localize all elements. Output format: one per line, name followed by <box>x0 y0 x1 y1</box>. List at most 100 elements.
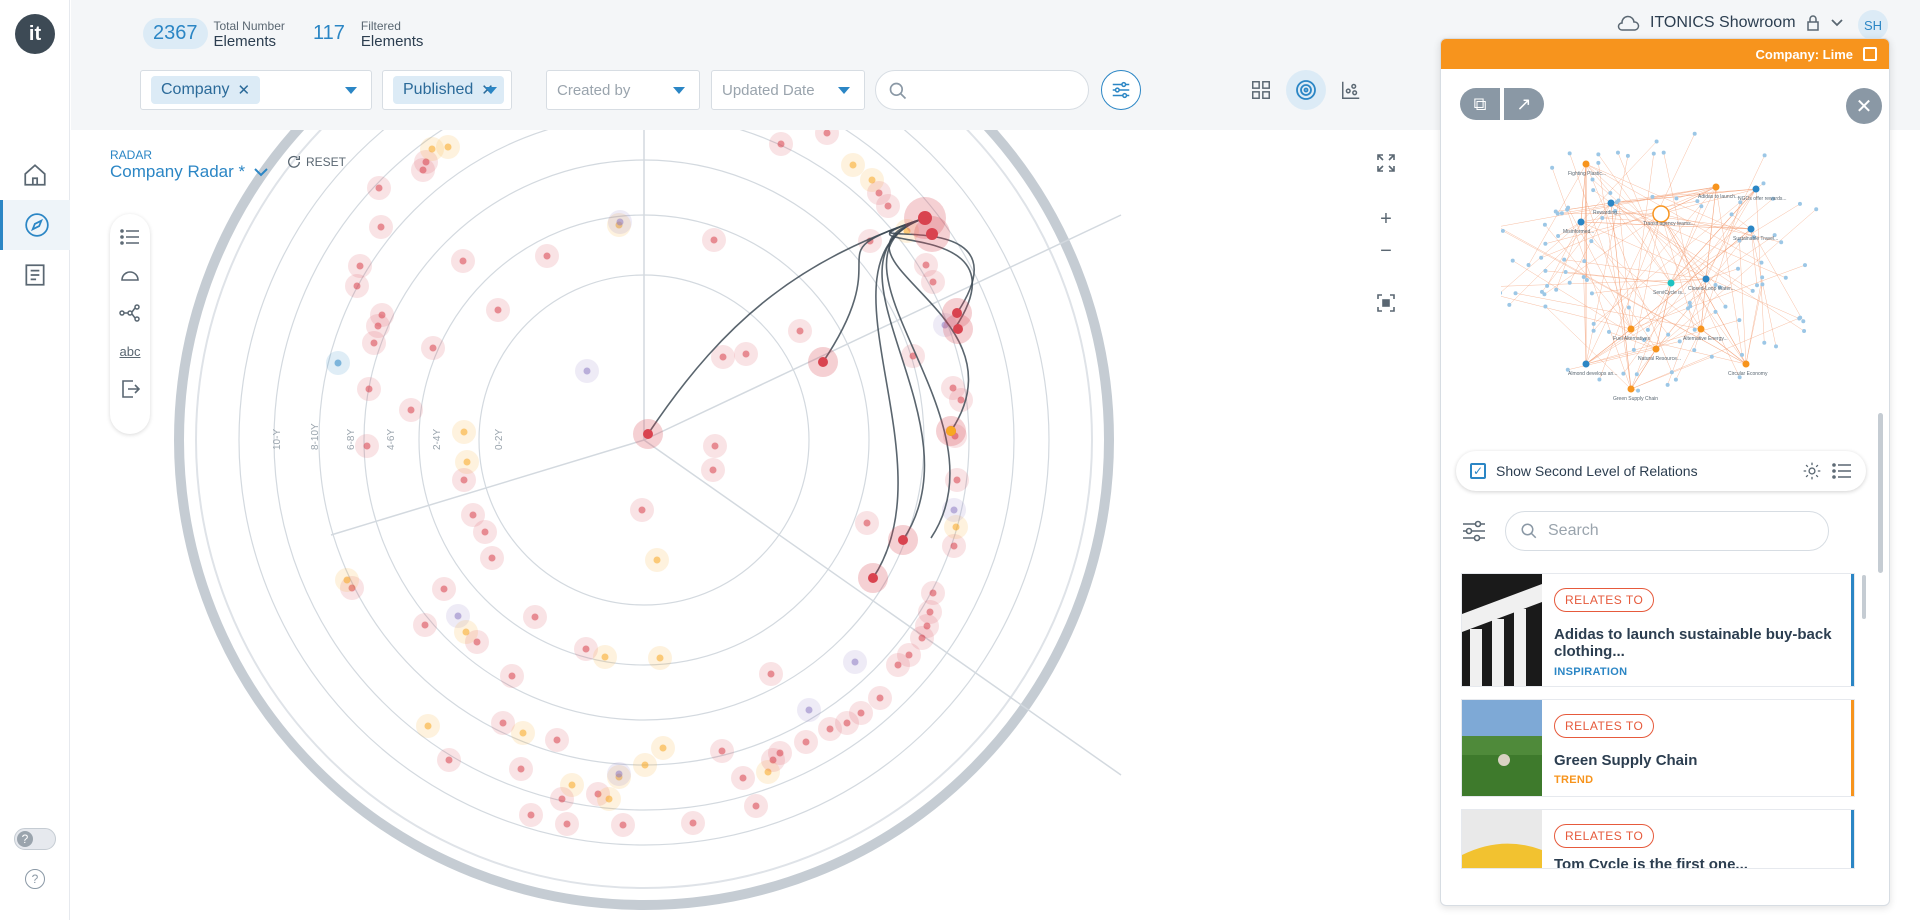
radar-element-dot[interactable] <box>568 781 576 789</box>
list-scrollbar[interactable] <box>1862 575 1866 619</box>
user-avatar[interactable]: SH <box>1858 10 1888 40</box>
second-level-checkbox[interactable]: ✓ <box>1470 463 1486 479</box>
radar-element-dot[interactable] <box>356 262 364 270</box>
chevron-down-icon[interactable] <box>345 87 357 94</box>
radar-element-dot[interactable] <box>638 506 646 514</box>
radar-element-dot[interactable] <box>563 820 571 828</box>
nav-radar[interactable] <box>0 200 70 250</box>
relations-tool[interactable] <box>118 302 142 324</box>
radar-view-button[interactable] <box>1286 70 1326 110</box>
radar-element-dot[interactable] <box>527 811 535 819</box>
radar-element-dot[interactable] <box>953 476 961 484</box>
help-toggle[interactable]: ? <box>14 828 56 850</box>
grid-view-button[interactable] <box>1241 70 1281 110</box>
radar-element-dot[interactable] <box>802 738 810 746</box>
radar-element-dot[interactable] <box>374 322 382 330</box>
radar-element-dot[interactable] <box>407 406 415 414</box>
radar-element-dot[interactable] <box>805 706 813 714</box>
help-icon[interactable]: ? <box>25 869 45 889</box>
minimize-icon[interactable] <box>1863 47 1877 61</box>
filter-status[interactable]: Published ✕ <box>382 70 512 110</box>
radar-element-dot[interactable] <box>843 719 851 727</box>
radar-element-dot[interactable] <box>421 621 429 629</box>
zoom-in-button[interactable]: + <box>1373 206 1399 232</box>
highlight-dot[interactable] <box>926 228 938 240</box>
list-icon[interactable] <box>1832 462 1852 480</box>
radar-element-dot[interactable] <box>905 651 913 659</box>
chevron-down-icon[interactable] <box>673 87 685 94</box>
radar-element-dot[interactable] <box>950 542 958 550</box>
radar-element-dot[interactable] <box>863 519 871 527</box>
radar-element-dot[interactable] <box>469 511 477 519</box>
radar-element-dot[interactable] <box>950 506 958 514</box>
radar-canvas[interactable]: 10-Y 8-10Y 6-8Y 4-6Y 2-4Y 0-2Y RADAR Company … <box>71 130 1440 920</box>
highlight-dot[interactable] <box>868 573 878 583</box>
radar-element-dot[interactable] <box>428 145 436 153</box>
radar-element-dot[interactable] <box>752 802 760 810</box>
radar-element-dot[interactable] <box>929 589 937 597</box>
filter-updated-date[interactable]: Updated Date <box>711 70 865 110</box>
radar-element-dot[interactable] <box>929 278 937 286</box>
radar-element-dot[interactable] <box>875 189 883 197</box>
radar-element-dot[interactable] <box>481 528 489 536</box>
radar-element-dot[interactable] <box>857 709 865 717</box>
radar-element-dot[interactable] <box>876 694 884 702</box>
radar-element-dot[interactable] <box>488 554 496 562</box>
radar-element-dot[interactable] <box>656 654 664 662</box>
sliders-icon[interactable] <box>1461 519 1487 543</box>
radar-element-dot[interactable] <box>583 367 591 375</box>
radar-element-dot[interactable] <box>334 359 342 367</box>
radar-element-dot[interactable] <box>508 672 516 680</box>
radar-element-dot[interactable] <box>370 339 378 347</box>
radar-element-dot[interactable] <box>719 353 727 361</box>
radar-element-dot[interactable] <box>377 223 385 231</box>
panel-search-input[interactable]: Search <box>1505 511 1829 551</box>
gear-icon[interactable] <box>1802 461 1822 481</box>
radar-element-dot[interactable] <box>767 670 775 678</box>
export-tool[interactable] <box>118 378 142 400</box>
radar-element-dot[interactable] <box>616 218 624 226</box>
list-item[interactable]: RELATES TO Tom Cycle is the first one... <box>1461 809 1855 869</box>
radar-element-dot[interactable] <box>419 166 427 174</box>
fullscreen-button[interactable] <box>1373 150 1399 176</box>
radar-element-dot[interactable] <box>659 744 667 752</box>
radar-element-dot[interactable] <box>444 143 452 151</box>
radar-element-dot[interactable] <box>653 556 661 564</box>
radar-element-dot[interactable] <box>619 821 627 829</box>
radar-element-dot[interactable] <box>689 819 697 827</box>
nav-documents[interactable] <box>0 250 70 300</box>
collapse-button[interactable]: ⧉ <box>1460 88 1500 120</box>
radar-element-dot[interactable] <box>926 608 934 616</box>
workspace-switcher[interactable]: ITONICS Showroom <box>1616 14 1844 32</box>
highlight-dot[interactable] <box>643 429 653 439</box>
list-item[interactable]: RELATES TO Green Supply Chain TREND <box>1461 699 1855 797</box>
filter-type[interactable]: Company ✕ <box>140 70 372 110</box>
radar-element-dot[interactable] <box>826 725 834 733</box>
radar-element-dot[interactable] <box>519 729 527 737</box>
search-input[interactable] <box>875 70 1089 110</box>
radar-element-dot[interactable] <box>363 442 371 450</box>
radar-element-dot[interactable] <box>375 184 383 192</box>
radar-element-dot[interactable] <box>601 653 609 661</box>
highlight-dot-orange[interactable] <box>946 426 956 436</box>
radar-element-dot[interactable] <box>605 795 613 803</box>
highlight-dot[interactable] <box>898 535 908 545</box>
radar-element-dot[interactable] <box>459 257 467 265</box>
radar-element-dot[interactable] <box>473 638 481 646</box>
radar-chart[interactable]: 10-Y 8-10Y 6-8Y 4-6Y 2-4Y 0-2Y <box>71 130 1440 920</box>
radar-element-dot[interactable] <box>796 327 804 335</box>
radar-element-dot[interactable] <box>460 476 468 484</box>
radar-element-dot[interactable] <box>440 585 448 593</box>
zoom-out-button[interactable]: − <box>1373 238 1399 264</box>
radar-element-dot[interactable] <box>615 770 623 778</box>
remove-chip-icon[interactable]: ✕ <box>237 81 250 99</box>
radar-element-dot[interactable] <box>558 795 566 803</box>
open-external-button[interactable]: ↗ <box>1504 88 1544 120</box>
radar-element-dot[interactable] <box>952 523 960 531</box>
radar-element-dot[interactable] <box>777 140 785 148</box>
radar-element-dot[interactable] <box>849 161 857 169</box>
panel-scrollbar[interactable] <box>1878 413 1883 573</box>
radar-element-dot[interactable] <box>709 466 717 474</box>
radar-element-dot[interactable] <box>884 202 892 210</box>
radar-element-dot[interactable] <box>365 385 373 393</box>
